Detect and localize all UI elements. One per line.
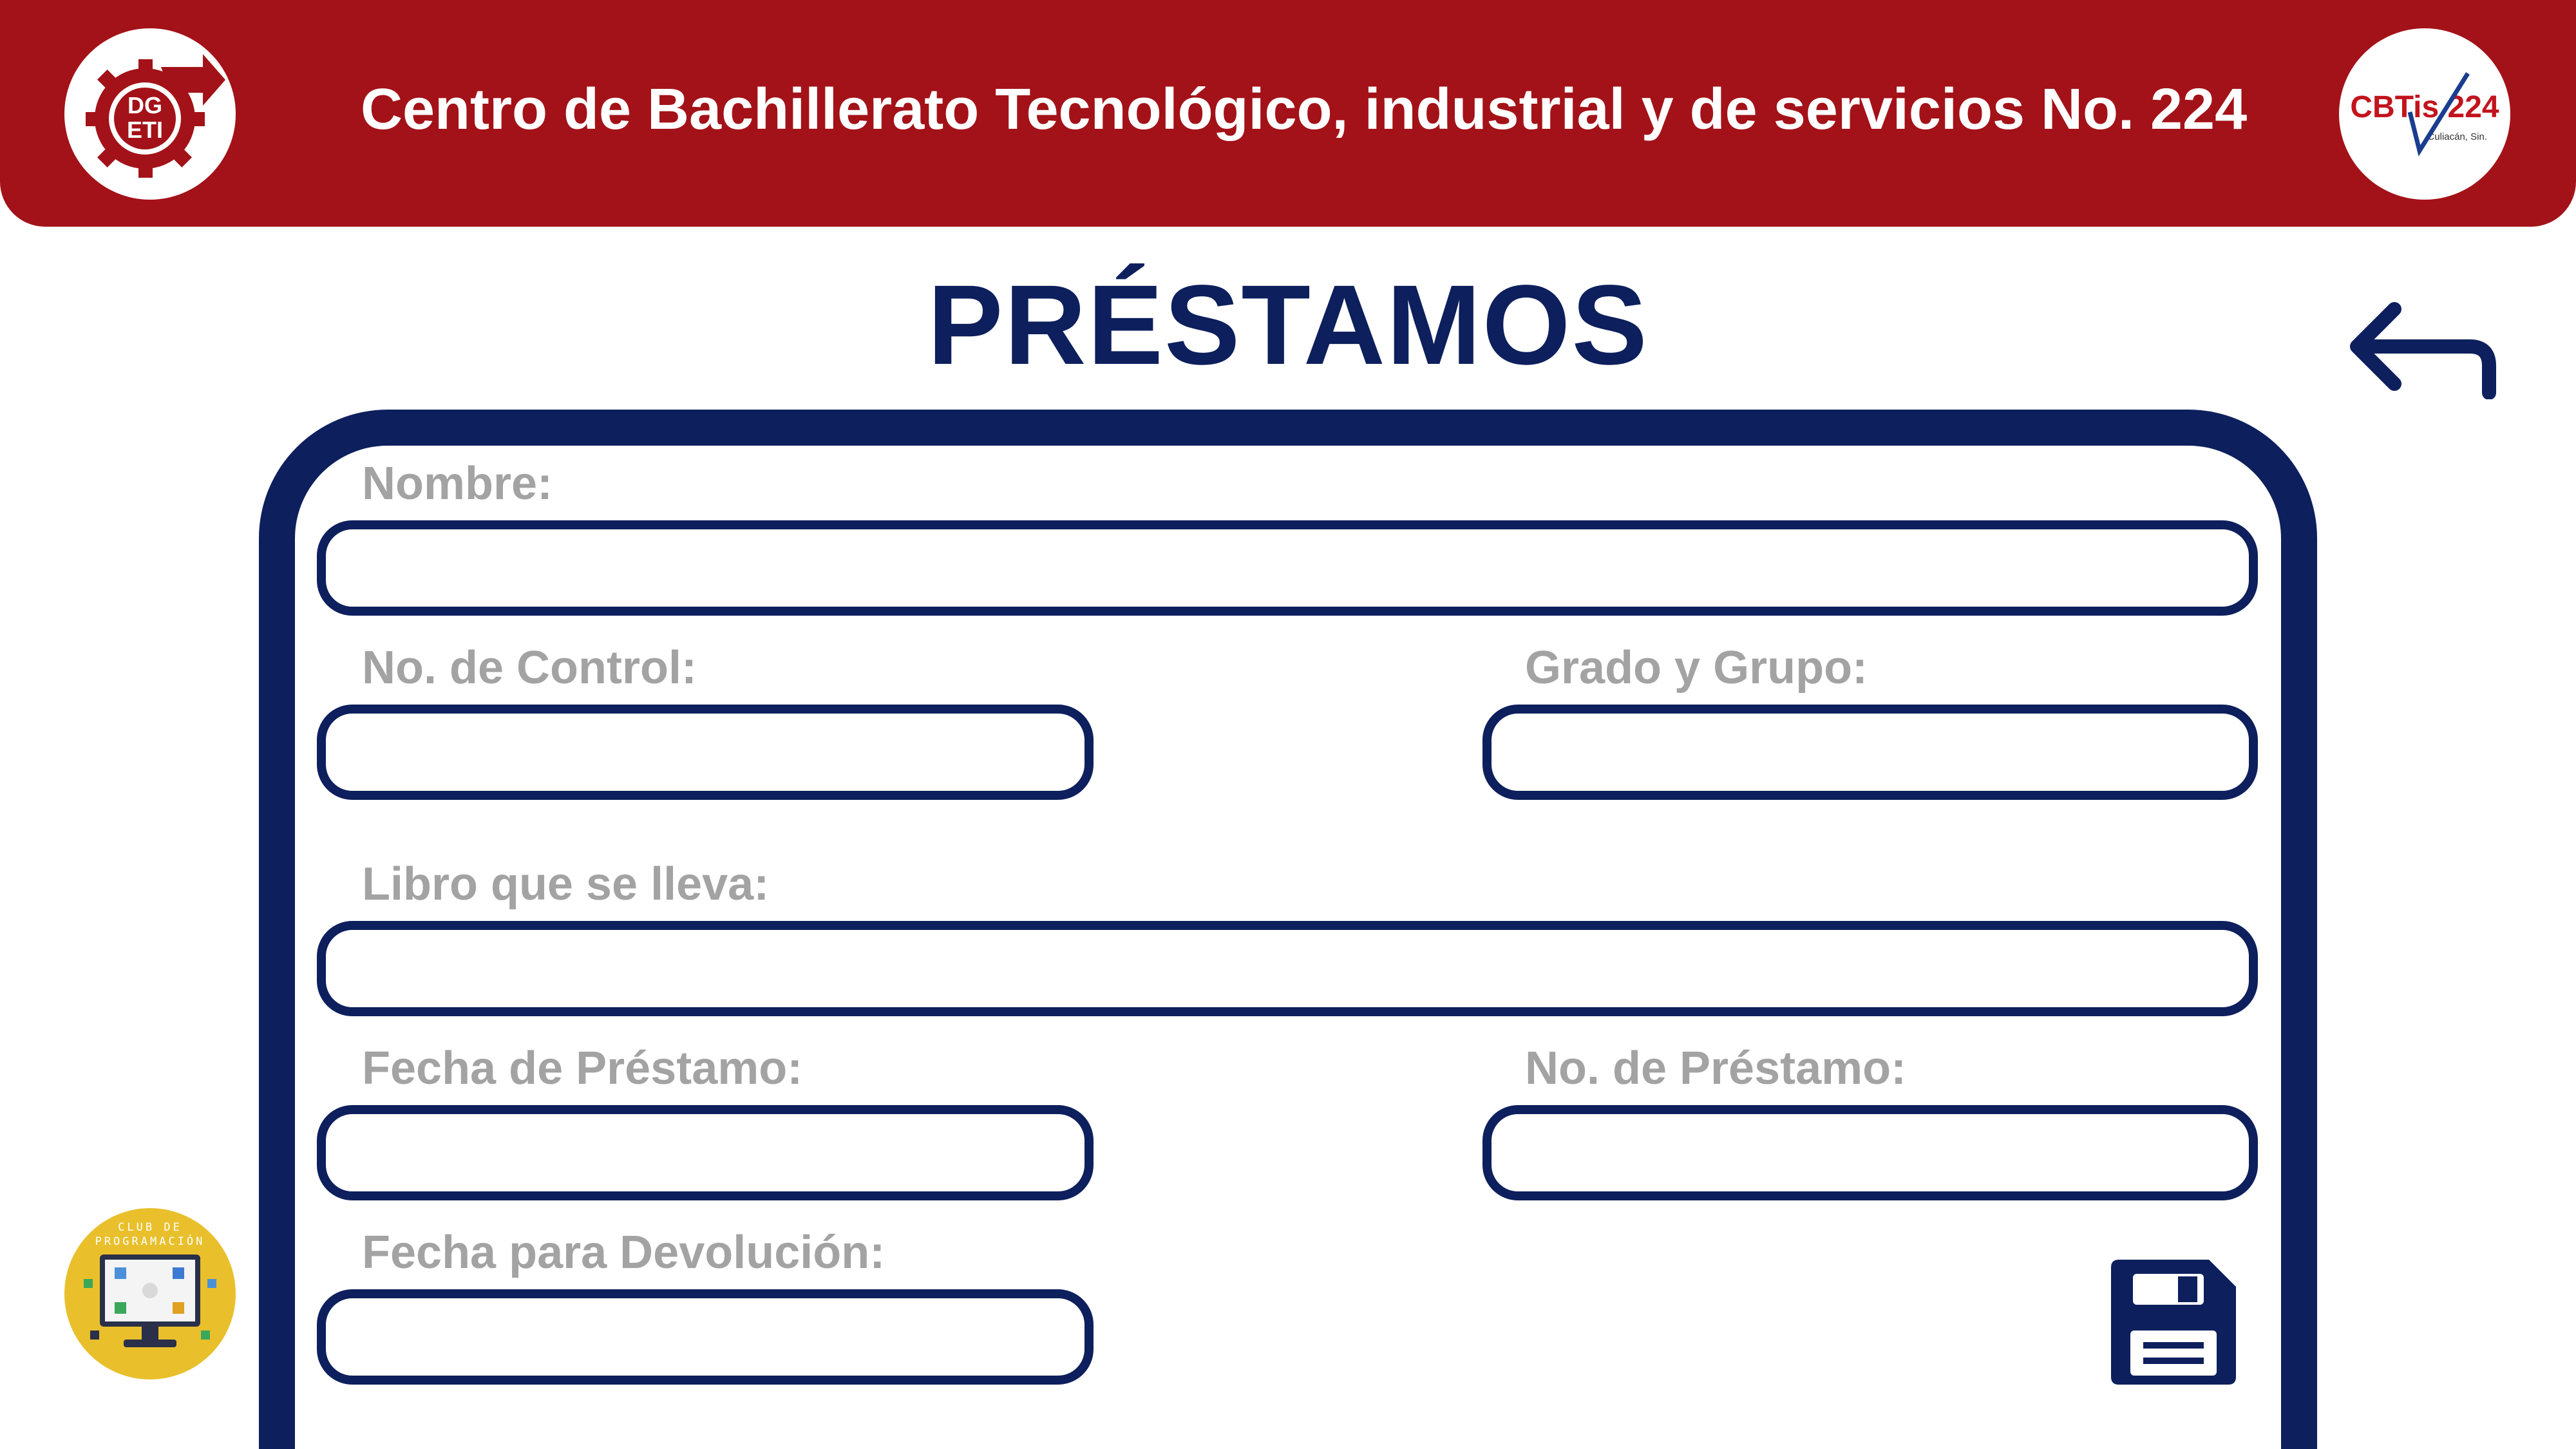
header-title: Centro de Bachillerato Tecnológico, indu… [361,77,2248,142]
libro-label: Libro que se lleva: [362,858,770,910]
page: DG ETI Centro de Bachillerato Tecnológic… [0,0,2576,1449]
nombre-input[interactable] [317,520,2258,616]
svg-text:DG: DG [128,92,162,118]
grado-grupo-input[interactable] [1482,705,2258,800]
no-control-input[interactable] [317,705,1094,800]
svg-text:ETI: ETI [127,117,163,143]
fecha-prestamo-input[interactable] [317,1105,1094,1200]
fecha-devolucion-label: Fecha para Devolución: [362,1227,886,1278]
computer-monitor-icon [84,1255,216,1347]
back-arrow-icon [2350,302,2496,400]
back-button[interactable] [2344,296,2499,400]
cbtis-logo: CBTis 224 Culiacán, Sin. [2339,28,2510,200]
checkmark-swoosh-icon [2407,72,2470,156]
dgeti-gear-icon: DG ETI [86,54,225,178]
header-banner: DG ETI Centro de Bachillerato Tecnológic… [0,0,2576,227]
fecha-prestamo-label: Fecha de Préstamo: [362,1043,803,1094]
no-prestamo-label: No. de Préstamo: [1525,1043,1907,1094]
dgeti-logo: DG ETI [64,28,236,200]
libro-input[interactable] [317,921,2258,1016]
floppy-disk-icon [2111,1260,2236,1385]
page-title: PRÉSTAMOS [927,262,1649,388]
no-control-label: No. de Control: [362,642,697,694]
fecha-devolucion-input[interactable] [317,1289,1094,1385]
nombre-label: Nombre: [362,458,553,509]
grado-grupo-label: Grado y Grupo: [1525,642,1868,694]
no-prestamo-input[interactable] [1482,1105,2258,1200]
save-button[interactable] [2111,1260,2236,1385]
club-programacion-badge: CLUB DE PROGRAMACIÓN [64,1208,236,1379]
